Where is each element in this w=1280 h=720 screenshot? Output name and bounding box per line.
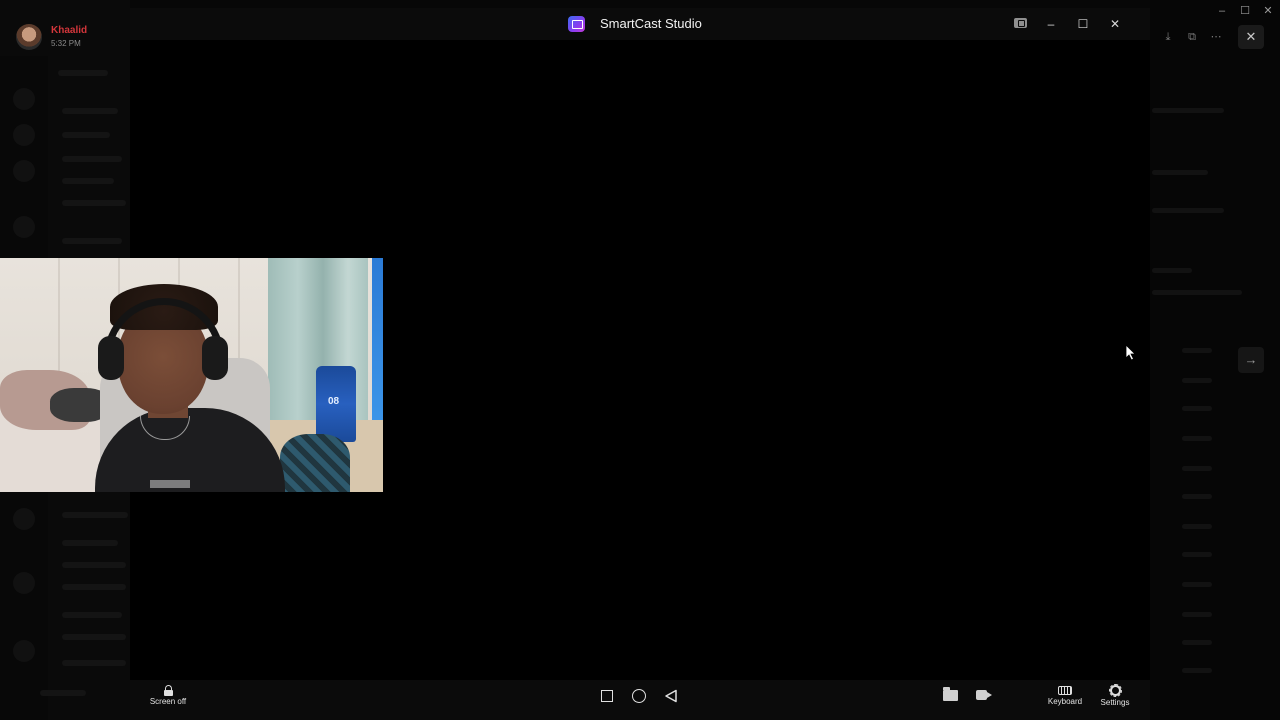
channel-row: [62, 132, 110, 138]
settings-label: Settings: [1100, 698, 1130, 707]
webcam-blanket: [280, 434, 350, 492]
home-circle-icon[interactable]: [632, 689, 646, 703]
download-icon[interactable]: ⤓: [1158, 28, 1178, 46]
panel-row: [1152, 108, 1224, 113]
screen-off-label: Screen off: [149, 697, 187, 706]
smartcast-toolbar: Screen off Keyboard Settings: [130, 680, 1150, 720]
panel-row: [1182, 640, 1212, 645]
smartcast-titlebar[interactable]: SmartCast Studio – ☐ ✕: [130, 8, 1150, 40]
keyboard-button[interactable]: Keyboard: [1042, 686, 1088, 707]
username: Khaalid: [51, 25, 88, 36]
maximize-button[interactable]: ☐: [1072, 14, 1094, 34]
headphone-earcup-left: [98, 336, 124, 380]
folder-icon[interactable]: [943, 687, 958, 701]
channel-row: [62, 156, 122, 162]
panel-row: [1182, 524, 1212, 529]
channel-row: [62, 562, 126, 568]
channel-row: [62, 634, 126, 640]
server-icon: [13, 160, 35, 182]
server-icon: [13, 216, 35, 238]
server-icon: [13, 88, 35, 110]
server-icon: [13, 640, 35, 662]
channel-row: [62, 108, 118, 114]
webcam-shirt-print: [150, 480, 190, 488]
recents-square-icon[interactable]: [601, 690, 613, 702]
server-icon: [13, 508, 35, 530]
channel-row: [62, 238, 122, 244]
panel-row: [1182, 612, 1212, 617]
panel-row: [1152, 268, 1192, 273]
system-minimize-button[interactable]: –: [1212, 2, 1232, 20]
settings-button[interactable]: Settings: [1092, 684, 1138, 708]
panel-row: [1182, 436, 1212, 441]
channel-row: [62, 660, 126, 666]
smartcast-logo-icon: [568, 16, 585, 32]
channel-row: [58, 70, 108, 76]
panel-row: [1152, 290, 1242, 295]
panel-row: [1182, 406, 1212, 411]
server-icon: [13, 124, 35, 146]
panel-row: [1152, 208, 1224, 213]
system-maximize-button[interactable]: ☐: [1235, 2, 1255, 20]
system-close-button[interactable]: ✕: [1258, 2, 1278, 20]
arrow-right-icon[interactable]: →: [1238, 347, 1264, 373]
channel-row: [62, 612, 122, 618]
panel-row: [1182, 378, 1212, 383]
panel-row: [1182, 466, 1212, 471]
close-button[interactable]: ✕: [1104, 14, 1126, 34]
close-icon[interactable]: ✕: [1238, 25, 1264, 49]
channel-row: [62, 178, 114, 184]
lock-icon: [163, 685, 173, 696]
settings-icon: [1108, 684, 1122, 697]
message-time: 5:32 PM: [51, 39, 81, 48]
window-title: SmartCast Studio: [600, 16, 702, 31]
popout-icon[interactable]: ⧉: [1182, 28, 1202, 46]
avatar: [16, 24, 42, 50]
webcam-overlay: [0, 258, 383, 492]
channel-row: [62, 584, 126, 590]
channel-row: [62, 512, 128, 518]
panel-row: [1182, 348, 1212, 353]
channel-row: [40, 690, 86, 696]
panel-row: [1182, 582, 1212, 587]
background-user-header: Khaalid 5:32 PM: [14, 22, 124, 52]
back-triangle-icon[interactable]: [664, 689, 678, 703]
minimize-button[interactable]: –: [1040, 14, 1062, 34]
picture-in-picture-icon[interactable]: [1014, 18, 1027, 28]
panel-row: [1182, 668, 1212, 673]
channel-row: [62, 540, 118, 546]
panel-row: [1182, 552, 1212, 557]
keyboard-icon: [1058, 686, 1072, 695]
keyboard-label: Keyboard: [1047, 697, 1083, 706]
webcam-protein-bag: [316, 366, 356, 442]
panel-row: [1152, 170, 1208, 175]
camera-icon[interactable]: [976, 690, 992, 700]
mouse-cursor-icon: [1126, 345, 1136, 361]
channel-row: [62, 200, 126, 206]
headphone-earcup-right: [202, 336, 228, 380]
panel-row: [1182, 494, 1212, 499]
server-icon: [13, 572, 35, 594]
screen-off-button[interactable]: Screen off: [144, 685, 192, 707]
more-icon[interactable]: ⋯: [1206, 28, 1226, 46]
